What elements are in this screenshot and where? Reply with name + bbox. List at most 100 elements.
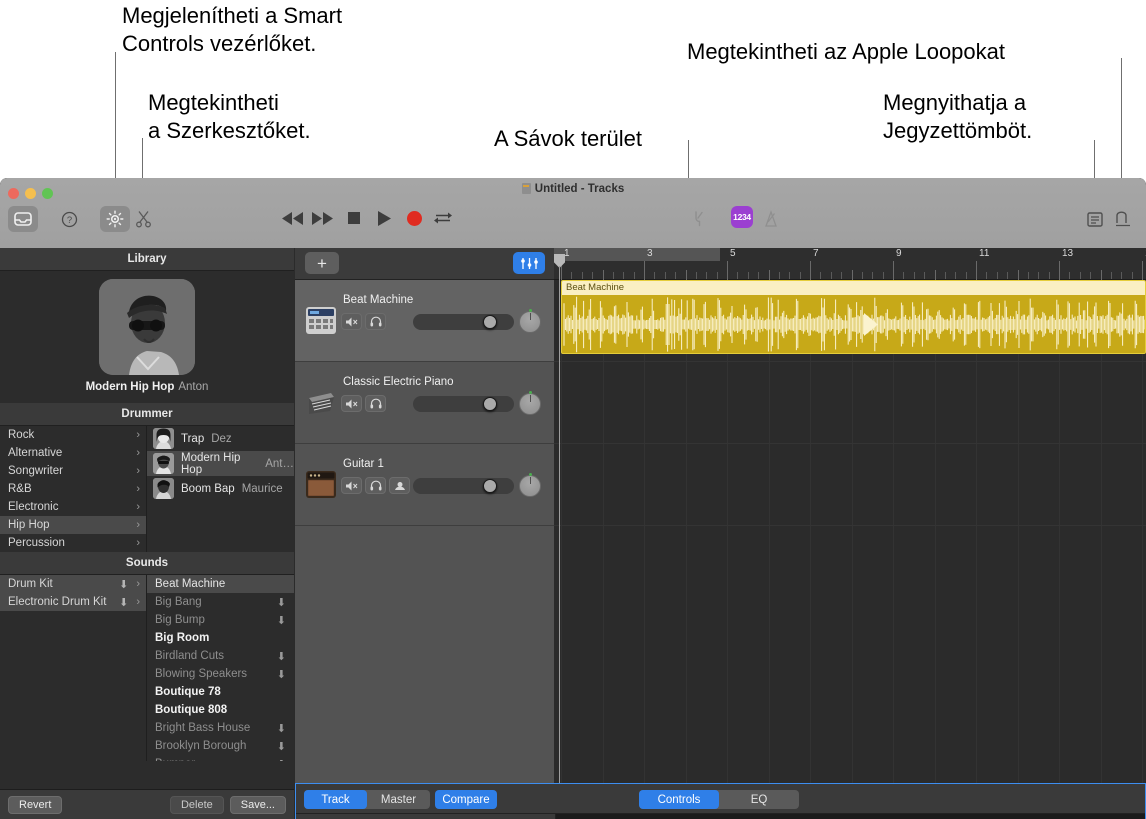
genre-label: R&B — [8, 483, 32, 495]
sound-preset-item[interactable]: Blowing Speakers ⬇ — [147, 665, 294, 683]
delete-button[interactable]: Delete — [169, 795, 224, 814]
solo-button[interactable] — [365, 313, 386, 330]
solo-button[interactable] — [365, 395, 386, 412]
track-pan-knob[interactable] — [519, 391, 541, 415]
ruler-sub-tick — [706, 272, 708, 279]
forward-button[interactable] — [311, 208, 335, 228]
chevron-right-icon: › — [136, 537, 140, 549]
keyboard-sensitivity-header[interactable]: Keyboard Sensitivity ˅ — [296, 814, 555, 819]
rewind-button[interactable] — [281, 208, 305, 228]
sound-preset-item[interactable]: Birdland Cuts ⬇ — [147, 647, 294, 665]
genre-item[interactable]: Electronic › — [0, 498, 146, 516]
sound-preset-item[interactable]: Brooklyn Borough ⬇ — [147, 737, 294, 755]
record-enable-button[interactable] — [389, 477, 410, 494]
tracks-area[interactable]: Beat Machine — [554, 280, 1146, 783]
download-icon[interactable]: ⬇ — [119, 596, 128, 609]
download-icon[interactable]: ⬇ — [277, 650, 286, 663]
genre-item[interactable]: Songwriter › — [0, 462, 146, 480]
sound-preset-item[interactable]: Big Bang ⬇ — [147, 593, 294, 611]
help-button[interactable]: ? — [56, 206, 82, 232]
pan-indicator-dot — [529, 391, 532, 394]
track-name[interactable]: Classic Electric Piano — [343, 376, 454, 388]
library-button[interactable] — [8, 206, 38, 232]
add-track-button[interactable]: + — [305, 252, 339, 274]
tuner-button[interactable] — [688, 206, 714, 232]
cycle-range[interactable] — [554, 248, 720, 261]
track-lane-2[interactable] — [554, 362, 1146, 444]
mute-button[interactable] — [341, 477, 362, 494]
cycle-button[interactable] — [433, 208, 453, 228]
solo-button[interactable] — [365, 477, 386, 494]
sound-kit-item[interactable]: Drum Kit ⬇ › — [0, 575, 146, 593]
sound-preset-item[interactable]: Boutique 808 — [147, 701, 294, 719]
track-name[interactable]: Beat Machine — [343, 294, 413, 306]
track-volume-slider[interactable] — [413, 314, 514, 330]
stop-button[interactable] — [344, 208, 364, 228]
download-icon[interactable]: ⬇ — [277, 740, 286, 753]
track-volume-knob[interactable] — [483, 315, 497, 329]
controls-eq-segmented[interactable]: Controls EQ — [639, 790, 799, 809]
genre-item[interactable]: Hip Hop › — [0, 516, 146, 534]
notepad-button[interactable] — [1082, 206, 1108, 232]
audio-region[interactable]: Beat Machine — [561, 280, 1146, 354]
download-icon[interactable]: ⬇ — [277, 668, 286, 681]
download-icon[interactable]: ⬇ — [277, 614, 286, 627]
track-lane-3[interactable] — [554, 444, 1146, 526]
track-name[interactable]: Guitar 1 — [343, 458, 384, 470]
track-header-row[interactable]: Guitar 1 — [295, 444, 554, 526]
mute-button[interactable] — [341, 395, 362, 412]
drummer-artist: Dez — [211, 432, 232, 445]
track-master-segmented[interactable]: Track Master — [304, 790, 430, 809]
genre-item[interactable]: Rock › — [0, 426, 146, 444]
drummer-item[interactable]: Trap Dez — [147, 426, 294, 451]
tab-track[interactable]: Track — [304, 790, 367, 809]
genre-item[interactable]: Percussion › — [0, 534, 146, 552]
editors-button[interactable] — [130, 206, 156, 232]
genre-item[interactable]: Alternative › — [0, 444, 146, 462]
track-pan-knob[interactable] — [519, 473, 541, 497]
hero-artist: Anton — [178, 381, 209, 393]
ruler[interactable]: 13579111315 — [554, 248, 1146, 280]
sound-preset-item[interactable]: Bumper ⬇ — [147, 755, 294, 761]
chevron-right-icon: › — [136, 519, 140, 531]
track-list-editors-button[interactable] — [513, 252, 545, 274]
revert-button[interactable]: Revert — [8, 795, 63, 814]
tab-controls[interactable]: Controls — [639, 790, 719, 809]
track-volume-slider[interactable] — [413, 396, 514, 412]
sound-preset-item[interactable]: Beat Machine — [147, 575, 294, 593]
drummer-item[interactable]: Modern Hip Hop Ant… — [147, 451, 294, 476]
genre-item[interactable]: R&B › — [0, 480, 146, 498]
track-header-row[interactable]: Beat Machine — [295, 280, 554, 362]
drummer-section: Rock › Alternative › Songwriter › R&B › Electron… — [0, 426, 294, 552]
download-icon[interactable]: ⬇ — [277, 722, 286, 735]
track-header-row[interactable]: Classic Electric Piano — [295, 362, 554, 444]
ruler-sub-tick — [1069, 272, 1071, 279]
tab-master[interactable]: Master — [367, 790, 430, 809]
sound-preset-item[interactable]: Boutique 78 — [147, 683, 294, 701]
sound-preset-item[interactable]: Bright Bass House ⬇ — [147, 719, 294, 737]
track-pan-knob[interactable] — [519, 309, 541, 333]
count-in-button[interactable]: 1234 — [731, 206, 753, 228]
download-icon[interactable]: ⬇ — [119, 578, 128, 591]
download-icon[interactable]: ⬇ — [277, 758, 286, 762]
smart-controls-button[interactable] — [100, 206, 130, 232]
drummer-avatar — [153, 478, 174, 499]
track-volume-knob[interactable] — [483, 397, 497, 411]
loop-browser-button[interactable] — [1110, 206, 1136, 232]
record-button[interactable] — [404, 208, 424, 228]
download-icon[interactable]: ⬇ — [277, 596, 286, 609]
sound-kit-item[interactable]: Electronic Drum Kit ⬇ › — [0, 593, 146, 611]
play-button[interactable] — [374, 208, 394, 228]
sound-preset-item[interactable]: Big Room — [147, 629, 294, 647]
drummer-item[interactable]: Boom Bap Maurice — [147, 476, 294, 501]
ruler-sub-tick — [716, 272, 718, 279]
track-volume-knob[interactable] — [483, 479, 497, 493]
library-hero: Modern Hip Hop Anton — [0, 271, 294, 403]
tab-eq[interactable]: EQ — [719, 790, 799, 809]
metronome-button[interactable] — [758, 206, 784, 232]
sound-preset-item[interactable]: Big Bump ⬇ — [147, 611, 294, 629]
track-volume-slider[interactable] — [413, 478, 514, 494]
save-button[interactable]: Save... — [229, 795, 286, 814]
mute-button[interactable] — [341, 313, 362, 330]
compare-button[interactable]: Compare — [435, 790, 497, 809]
